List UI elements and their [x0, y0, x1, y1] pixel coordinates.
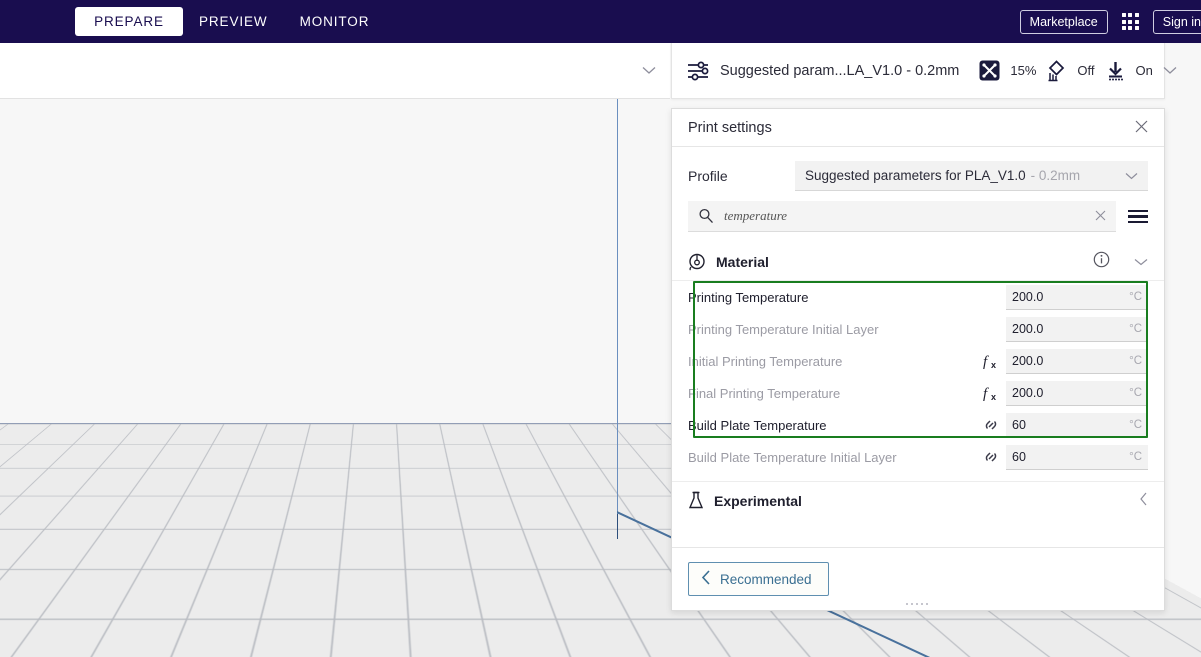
setting-input[interactable]: 200.0 °C — [1006, 284, 1148, 310]
search-input[interactable]: temperature — [688, 201, 1116, 232]
setting-unit: °C — [1129, 450, 1142, 463]
panel-footer: Recommended — [672, 547, 1164, 610]
setting-label: Printing Temperature Initial Layer — [688, 321, 879, 337]
chevron-left-icon[interactable] — [1139, 492, 1148, 509]
tab-preview[interactable]: PREVIEW — [183, 7, 284, 36]
close-icon[interactable] — [1095, 209, 1106, 224]
apps-grid-icon[interactable] — [1121, 13, 1139, 30]
svg-text:f: f — [983, 386, 989, 402]
function-fx-icon[interactable]: f x — [976, 383, 1006, 403]
build-volume-edge-line — [617, 94, 618, 514]
main-tabs: PREPARE PREVIEW MONITOR — [75, 7, 385, 36]
setting-row-initial-printing-temperature[interactable]: Initial Printing Temperature f x 200.0 °… — [688, 345, 1148, 377]
setting-label: Build Plate Temperature — [688, 417, 827, 433]
profile-row: Profile Suggested parameters for PLA_V1.… — [672, 147, 1164, 201]
setting-input[interactable]: 200.0 °C — [1006, 380, 1148, 406]
setting-value: 60 — [1012, 449, 1026, 464]
profile-label: Profile — [688, 168, 728, 184]
recommended-button[interactable]: Recommended — [688, 562, 829, 596]
section-material[interactable]: Material — [672, 243, 1164, 281]
drag-grip-icon[interactable] — [906, 603, 928, 605]
material-spool-icon — [688, 253, 706, 271]
setting-input[interactable]: 60 °C — [1006, 412, 1148, 438]
infill-pattern-icon — [979, 60, 1000, 81]
search-icon — [698, 208, 714, 224]
function-fx-icon[interactable]: f x — [976, 351, 1006, 371]
setting-label: Build Plate Temperature Initial Layer — [688, 449, 897, 465]
topbar-actions: Marketplace Sign in — [1019, 9, 1201, 34]
left-toolbar-strip — [0, 43, 670, 99]
section-title-material: Material — [716, 253, 769, 270]
build-plate-adhesion-icon — [1105, 60, 1126, 82]
signin-wrapper: Sign in — [1152, 9, 1201, 34]
setting-value: 200.0 — [1012, 321, 1044, 336]
setting-unit: °C — [1129, 386, 1142, 399]
setting-value: 200.0 — [1012, 353, 1044, 368]
close-icon[interactable] — [1135, 120, 1148, 136]
support-value: Off — [1077, 63, 1095, 78]
setting-row-final-printing-temperature[interactable]: Final Printing Temperature f x 200.0 °C — [688, 377, 1148, 409]
marketplace-button[interactable]: Marketplace — [1019, 9, 1108, 34]
print-settings-panel: Print settings Profile Suggested paramet… — [671, 108, 1165, 611]
setting-input[interactable]: 200.0 °C — [1006, 348, 1148, 374]
page-title: Print settings — [688, 119, 772, 136]
top-navigation-bar: PREPARE PREVIEW MONITOR Marketplace Sign… — [0, 0, 1201, 43]
panel-header: Print settings — [672, 109, 1164, 147]
setting-row-build-plate-temperature[interactable]: Build Plate Temperature 60 °C — [688, 409, 1148, 441]
settings-rows: Printing Temperature 200.0 °C Printing T… — [672, 281, 1164, 473]
section-experimental[interactable]: Experimental — [672, 481, 1164, 519]
profile-layer-height: - 0.2mm — [1030, 168, 1081, 183]
setting-label: Printing Temperature — [688, 289, 809, 305]
info-icon[interactable] — [1093, 251, 1110, 273]
chevron-down-icon[interactable] — [1134, 254, 1148, 269]
setting-value: 200.0 — [1012, 289, 1044, 304]
link-chain-icon[interactable] — [976, 447, 1006, 467]
section-title-experimental: Experimental — [714, 492, 802, 509]
chevron-down-icon[interactable] — [1163, 63, 1177, 78]
setting-unit: °C — [1129, 322, 1142, 335]
recommended-label: Recommended — [720, 571, 812, 587]
svg-text:x: x — [991, 360, 996, 370]
setting-label: Final Printing Temperature — [688, 385, 841, 401]
link-chain-icon[interactable] — [976, 415, 1006, 435]
support-icon — [1046, 59, 1067, 82]
setting-unit: °C — [1129, 418, 1142, 431]
profile-value: Suggested parameters for PLA_V1.0 — [805, 168, 1026, 183]
setting-value: 200.0 — [1012, 385, 1044, 400]
app-root: PREPARE PREVIEW MONITOR Marketplace Sign… — [0, 0, 1201, 657]
sliders-icon — [686, 60, 710, 82]
setting-input[interactable]: 60 °C — [1006, 444, 1148, 470]
setting-label: Initial Printing Temperature — [688, 353, 843, 369]
sign-in-button[interactable]: Sign in — [1152, 9, 1201, 34]
svg-text:f: f — [983, 354, 989, 370]
chevron-down-icon — [1125, 169, 1138, 183]
setting-unit: °C — [1129, 290, 1142, 303]
chevron-down-icon[interactable] — [642, 63, 656, 78]
setting-input[interactable]: 200.0 °C — [1006, 316, 1148, 342]
hamburger-menu-icon[interactable] — [1128, 209, 1148, 224]
tab-monitor[interactable]: MONITOR — [284, 7, 386, 36]
adhesion-value: On — [1135, 63, 1153, 78]
search-value: temperature — [724, 208, 788, 223]
summary-profile-text: Suggested param...LA_V1.0 - 0.2mm — [720, 62, 960, 79]
infill-value: 15% — [1010, 63, 1037, 78]
svg-text:x: x — [991, 392, 996, 402]
setting-unit: °C — [1129, 354, 1142, 367]
setting-row-printing-temperature[interactable]: Printing Temperature 200.0 °C — [688, 281, 1148, 313]
profile-select[interactable]: Suggested parameters for PLA_V1.0 - 0.2m… — [795, 161, 1148, 191]
flask-icon — [688, 491, 704, 510]
chevron-left-icon — [701, 570, 711, 588]
setting-row-printing-temperature-initial-layer[interactable]: Printing Temperature Initial Layer 200.0… — [688, 313, 1148, 345]
print-settings-summary-bar[interactable]: Suggested param...LA_V1.0 - 0.2mm 15% Of… — [671, 43, 1177, 99]
setting-value: 60 — [1012, 417, 1026, 432]
search-row: temperature — [672, 201, 1164, 232]
setting-row-build-plate-temperature-initial-layer[interactable]: Build Plate Temperature Initial Layer 60… — [688, 441, 1148, 473]
tab-prepare[interactable]: PREPARE — [75, 7, 183, 36]
